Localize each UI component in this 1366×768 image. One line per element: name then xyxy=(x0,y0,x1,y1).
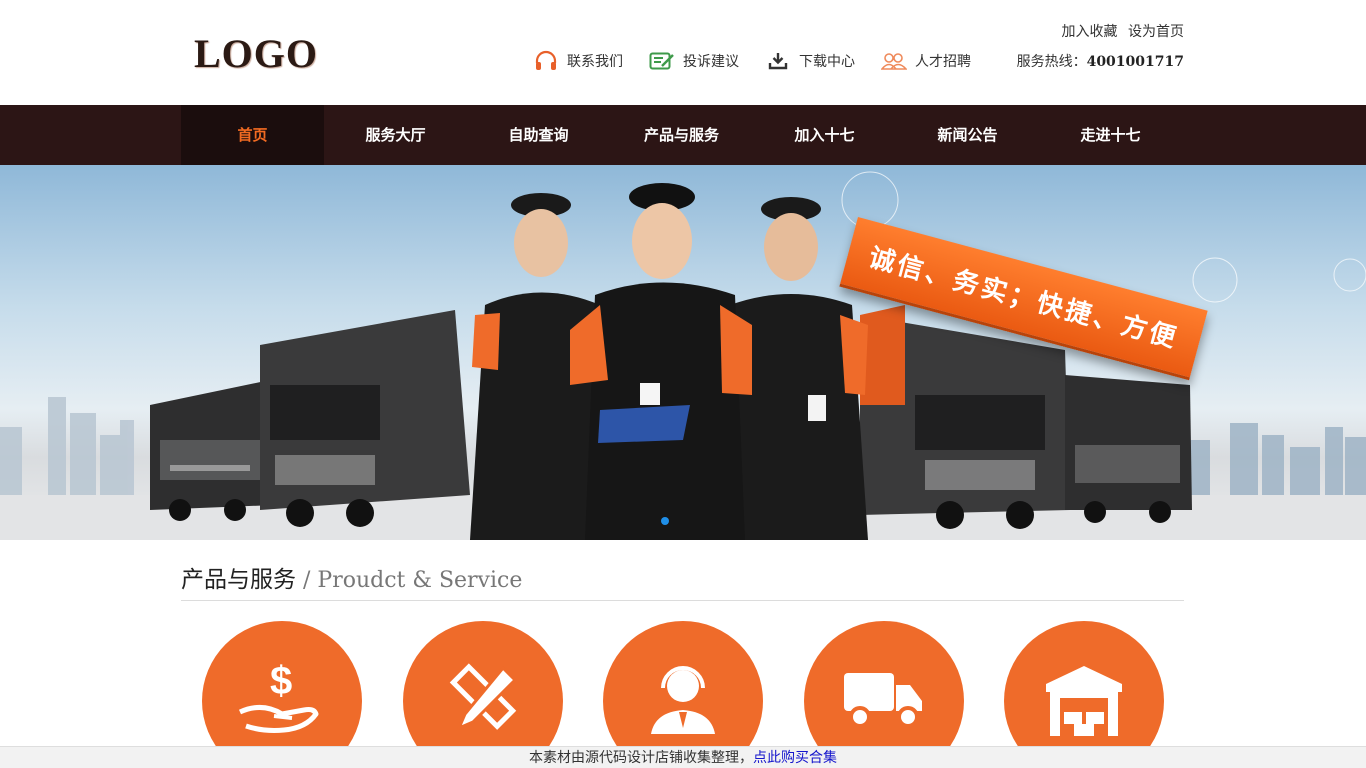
nav-item-self-query[interactable]: 自助查询 xyxy=(467,105,610,165)
main-nav: 首页 服务大厅 自助查询 产品与服务 加入十七 新闻公告 走进十七 xyxy=(0,105,1366,165)
purchase-collection-link[interactable]: 点此购买合集 xyxy=(753,750,837,766)
hotline-number: 4001001717 xyxy=(1086,54,1184,70)
money-hand-icon: $ xyxy=(234,659,330,742)
set-homepage-link[interactable]: 设为首页 xyxy=(1128,24,1184,40)
nav-item-products-services[interactable]: 产品与服务 xyxy=(610,105,753,165)
logo[interactable]: LOGO xyxy=(194,30,318,77)
download-center-link[interactable]: 下载中心 xyxy=(765,50,855,72)
section-title-en: / Proudct & Service xyxy=(296,568,523,593)
contact-us-link[interactable]: 联系我们 xyxy=(533,50,623,72)
complaint-link[interactable]: 投诉建议 xyxy=(649,50,739,72)
nav-items: 首页 服务大厅 自助查询 产品与服务 加入十七 新闻公告 走进十七 xyxy=(181,105,1182,165)
recruitment-label: 人才招聘 xyxy=(915,54,971,70)
contact-us-label: 联系我们 xyxy=(567,54,623,70)
add-favorite-link[interactable]: 加入收藏 xyxy=(1062,24,1118,40)
warehouse-icon xyxy=(1044,662,1124,740)
carousel-dot-1[interactable] xyxy=(661,517,669,525)
products-section-title: 产品与服务 / Proudct & Service xyxy=(181,560,1184,601)
complaint-label: 投诉建议 xyxy=(683,54,739,70)
top-links: 联系我们 投诉建议 下载中心 人才招聘 xyxy=(533,50,997,72)
download-center-label: 下载中心 xyxy=(799,54,855,70)
pencil-ruler-icon xyxy=(443,660,523,742)
headset-icon xyxy=(533,50,559,72)
hotline: 服务热线：4001001717 xyxy=(1017,51,1184,71)
header: LOGO 联系我们 投诉建议 下载中心 人才招聘 加入收藏 设为首页 服务热线：… xyxy=(0,0,1366,105)
edit-note-icon xyxy=(649,50,675,72)
source-credit-bar: 本素材由源代码设计店铺收集整理，点此购买合集 xyxy=(0,746,1366,768)
nav-item-service-hall[interactable]: 服务大厅 xyxy=(324,105,467,165)
hotline-label: 服务热线： xyxy=(1016,54,1087,70)
download-icon xyxy=(765,50,791,72)
nav-item-home[interactable]: 首页 xyxy=(181,105,324,165)
people-icon xyxy=(881,50,907,72)
customer-service-icon xyxy=(643,660,723,742)
svg-text:$: $ xyxy=(270,659,292,703)
nav-item-about[interactable]: 走进十七 xyxy=(1039,105,1182,165)
nav-item-news[interactable]: 新闻公告 xyxy=(896,105,1039,165)
truck-icon xyxy=(842,665,926,737)
favorite-links: 加入收藏 设为首页 xyxy=(1056,21,1184,41)
source-credit-text: 本素材由源代码设计店铺收集整理， xyxy=(529,750,753,766)
nav-item-join-us[interactable]: 加入十七 xyxy=(753,105,896,165)
section-title-cn: 产品与服务 xyxy=(181,567,296,593)
recruitment-link[interactable]: 人才招聘 xyxy=(881,50,971,72)
hero-banner[interactable]: 诚信、务实；快捷、方便 xyxy=(0,165,1366,540)
